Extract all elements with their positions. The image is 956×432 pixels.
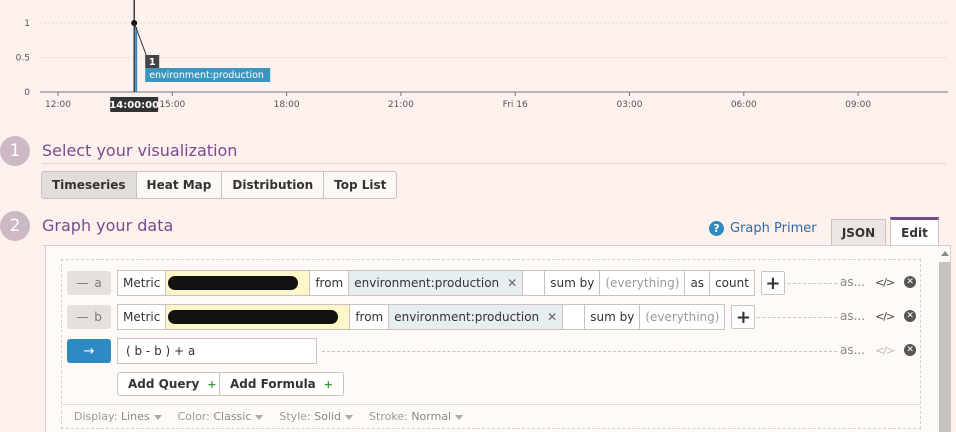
tag-input[interactable] [563, 305, 586, 329]
add-function-button[interactable]: + [760, 271, 785, 295]
graph-primer-label: Graph Primer [730, 221, 817, 236]
metric-name-field[interactable] [166, 305, 351, 329]
hover-time-label: 14:00:00 [109, 100, 159, 111]
query-letter-b[interactable]: — b [67, 305, 111, 329]
formula-toggle-button[interactable]: → [67, 339, 111, 363]
step-1-badge: 1 [0, 136, 30, 166]
scrollbar-thumb[interactable] [939, 262, 951, 432]
style-option[interactable]: Style: Solid [279, 410, 354, 423]
formula-actions: as... </> ✕ [840, 343, 917, 357]
remove-tag-icon[interactable]: ✕ [507, 276, 517, 290]
tag-label: environment:production [354, 276, 500, 290]
x-tick-label: 09:00 [845, 100, 871, 110]
y-tick-label: 0.5 [16, 54, 30, 64]
y-tick-label: 1 [24, 19, 30, 29]
x-tick-label: 03:00 [617, 100, 643, 110]
query-editor-area: — a Metric from environment:production ✕ … [61, 259, 921, 429]
group-by-field[interactable]: (everything) [640, 305, 724, 329]
tab-timeseries[interactable]: Timeseries [42, 172, 137, 198]
metric-label: Metric [118, 271, 167, 295]
tag-chip[interactable]: environment:production ✕ [389, 305, 564, 329]
add-query-button[interactable]: Add Query + [117, 372, 228, 396]
stroke-option[interactable]: Stroke: Normal [369, 410, 464, 423]
y-tick-label: 0 [24, 88, 30, 98]
tab-distribution[interactable]: Distribution [222, 172, 325, 198]
formula-row: → ( b - b ) + a [67, 338, 317, 364]
query-letter-a[interactable]: — a [67, 271, 111, 295]
add-function-button[interactable]: + [731, 305, 756, 329]
tooltip-series-label: environment:production [149, 70, 264, 81]
query-row-a: — a Metric from environment:production ✕ … [67, 270, 785, 296]
display-option[interactable]: Display: Lines [74, 410, 162, 423]
tooltip-value: 1 [149, 57, 156, 68]
x-tick-label: 18:00 [274, 100, 300, 110]
step-2-title: Graph your data [42, 216, 174, 235]
color-option[interactable]: Color: Classic [178, 410, 264, 423]
tab-edit[interactable]: Edit [890, 217, 939, 246]
tag-chip[interactable]: environment:production ✕ [349, 271, 524, 295]
graph-primer-link[interactable]: ? Graph Primer [709, 221, 817, 236]
formula-connector [322, 351, 837, 352]
x-tick-label: Fri 16 [503, 100, 528, 110]
tag-input[interactable] [523, 271, 546, 295]
visualization-tabs: Timeseries Heat Map Distribution Top Lis… [41, 171, 398, 199]
aggregation-count[interactable]: count [710, 271, 754, 295]
step-2-badge: 2 [0, 211, 30, 241]
step-1-title: Select your visualization [42, 141, 238, 160]
code-icon[interactable]: </> [875, 344, 895, 357]
query-b-actions: as... </> ✕ [840, 309, 917, 323]
scroll-up-icon[interactable] [941, 251, 949, 256]
timeseries-chart[interactable]: 0 0.5 1 12:00 15:00 18:00 21:00 Fri 16 03:00 06:… [0, 0, 956, 120]
code-icon[interactable]: </> [875, 276, 895, 289]
alias-link[interactable]: as... [840, 275, 865, 289]
scrollbar[interactable] [939, 251, 951, 432]
add-formula-button[interactable]: Add Formula + [219, 372, 344, 396]
sum-by-label: sum by [585, 305, 641, 329]
code-icon[interactable]: </> [875, 310, 895, 323]
options-divider [62, 404, 920, 405]
tab-heat-map[interactable]: Heat Map [137, 172, 223, 198]
tab-json[interactable]: JSON [831, 219, 886, 245]
formula-input[interactable]: ( b - b ) + a [117, 338, 317, 364]
x-tick-label: 12:00 [45, 100, 71, 110]
query-row-b: — b Metric from environment:production ✕ … [67, 304, 756, 330]
query-a-builder: Metric from environment:production ✕ sum… [117, 270, 755, 296]
sum-by-label: sum by [545, 271, 601, 295]
from-label: from [310, 271, 350, 295]
remove-formula-icon[interactable]: ✕ [904, 344, 917, 356]
query-a-actions: as... </> ✕ [840, 275, 917, 289]
group-by-field[interactable]: (everything) [600, 271, 686, 295]
add-query-label: Add Query [128, 377, 200, 391]
redacted-metric [168, 276, 299, 290]
remove-query-icon[interactable]: ✕ [904, 276, 917, 288]
plus-icon: + [207, 377, 217, 391]
alias-link[interactable]: as... [840, 309, 865, 323]
from-label: from [350, 305, 390, 329]
add-formula-label: Add Formula [230, 377, 316, 391]
row-b-connector [747, 317, 837, 318]
x-tick-label: 21:00 [388, 100, 414, 110]
plus-icon: + [323, 377, 333, 391]
display-options: Display: Lines Color: Classic Style: Sol… [74, 410, 464, 423]
metric-label: Metric [118, 305, 167, 329]
x-tick-label: 06:00 [731, 100, 757, 110]
tab-top-list[interactable]: Top List [324, 172, 396, 198]
metric-name-field[interactable] [166, 271, 311, 295]
query-editor-panel: — a Metric from environment:production ✕ … [45, 245, 951, 432]
remove-query-icon[interactable]: ✕ [904, 310, 917, 322]
redacted-metric [168, 310, 339, 324]
alias-link[interactable]: as... [840, 343, 865, 357]
x-tick-label: 15:00 [159, 100, 185, 110]
remove-tag-icon[interactable]: ✕ [547, 310, 557, 324]
help-icon: ? [709, 221, 724, 236]
query-b-builder: Metric from environment:production ✕ sum… [117, 304, 726, 330]
tag-label: environment:production [394, 310, 540, 324]
step-1-divider [42, 163, 946, 164]
as-label: as [685, 271, 711, 295]
